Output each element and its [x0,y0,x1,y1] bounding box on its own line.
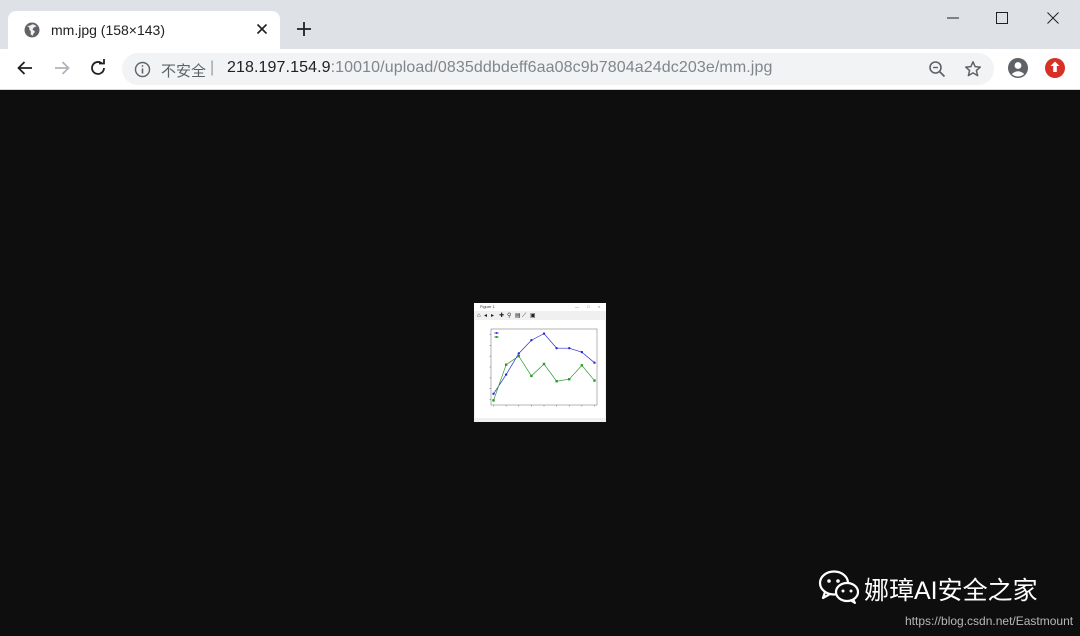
series-point [492,399,495,402]
series-point [542,362,546,366]
globe-icon [24,22,40,38]
subplots-icon: ▤ [515,313,521,319]
address-bar[interactable]: 不安全 | 218.197.154.9:10010/upload/0835ddb… [122,53,994,85]
image-window-titlebar: Figure 1 — □ × [474,303,606,311]
series-point [555,380,558,383]
url-text[interactable]: 218.197.154.9:10010/upload/0835ddbdeff6a… [227,59,772,77]
series-point [568,378,571,381]
displayed-image[interactable]: Figure 1 — □ × ⌂ ◂ ▸ ✚ ⚲ ▤ ⟋ ▣ [474,303,606,422]
series-point [580,364,584,367]
zoom-out-icon[interactable] [928,60,946,78]
image-minimize-icon: — [575,304,579,309]
image-maximize-icon: □ [587,304,590,309]
plot-area [490,328,598,406]
plus-icon[interactable] [295,20,313,38]
url-host: 218.197.154.9 [227,59,331,76]
series-point [530,339,533,342]
close-window-icon[interactable] [1043,8,1063,28]
home-icon: ⌂ [477,313,481,319]
image-window-title: Figure 1 [480,304,495,309]
series-point [580,350,584,354]
zoom-icon: ⚲ [507,313,512,319]
image-status-bar [474,418,606,422]
series-point [504,373,508,376]
extension-icon[interactable] [1044,57,1066,79]
series-point [542,332,546,335]
separator: | [210,59,215,76]
browser-toolbar: 不安全 | 218.197.154.9:10010/upload/0835ddb… [0,49,1080,90]
tab-strip: mm.jpg (158×143) [0,0,1080,49]
series-point [517,354,520,358]
pan-icon: ✚ [499,313,505,319]
security-label[interactable]: 不安全 [161,60,206,81]
chart-figure [475,320,605,418]
series-point [517,352,520,355]
close-icon[interactable] [254,21,270,37]
image-close-icon: × [598,304,601,309]
reload-icon[interactable] [88,58,108,78]
url-path: :10010/upload/0835ddbdeff6aa08c9b7804a24… [330,59,773,76]
series-point [504,363,508,366]
legend-marker [495,336,498,338]
series-point [593,361,596,364]
browser-tab[interactable]: mm.jpg (158×143) [8,11,280,49]
image-viewer: Figure 1 — □ × ⌂ ◂ ▸ ✚ ⚲ ▤ ⟋ ▣ [0,90,1080,636]
legend-marker [495,332,498,334]
info-icon[interactable] [134,61,151,78]
line-chart [489,328,598,407]
series-point [568,346,571,350]
watermark-url: https://blog.csdn.net/Eastmount [905,614,1074,628]
arrow-right-icon[interactable] [52,58,72,78]
arrow-left-icon[interactable] [15,58,35,78]
minimize-icon[interactable] [943,8,963,28]
star-icon[interactable] [964,60,982,78]
watermark-name: 娜璋AI安全之家 [864,577,1038,605]
series-point [593,379,596,382]
maximize-icon[interactable] [992,8,1012,28]
series-point [555,346,558,350]
series-point [530,374,533,378]
wechat-logo-icon [818,570,860,604]
tab-title: mm.jpg (158×143) [51,22,166,38]
image-plot-toolbar: ⌂ ◂ ▸ ✚ ⚲ ▤ ⟋ ▣ [474,311,606,320]
forward-arrow-icon: ▸ [491,313,495,319]
series-point [492,392,495,395]
save-icon: ▣ [530,313,536,319]
customize-icon: ⟋ [522,313,527,319]
back-arrow-icon: ◂ [484,313,488,319]
account-icon[interactable] [1007,57,1029,79]
